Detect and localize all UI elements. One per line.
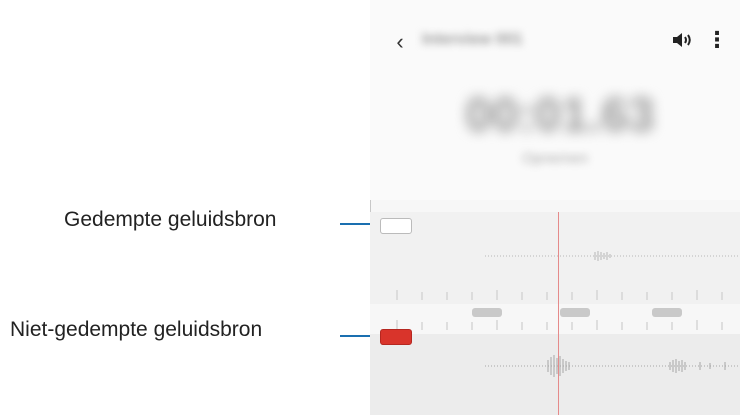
elapsed-time: 00:01.63 (465, 89, 655, 142)
track-editor (370, 212, 740, 415)
waveform-layer (396, 251, 740, 377)
speaker-icon (673, 33, 691, 47)
unmuted-waveform (485, 355, 740, 377)
recording-title: Interview 001 (422, 31, 523, 48)
speaker-button[interactable] (670, 28, 694, 52)
chevron-left-icon: ‹ (396, 29, 404, 54)
unmuted-source-toggle[interactable] (380, 329, 412, 345)
callout-muted-source-label: Gedempte geluidsbron (64, 208, 277, 231)
muted-waveform (485, 251, 740, 261)
ruler-timestamps (472, 308, 682, 317)
recording-header: ‹ Interview 001 ⋮ 00:01.63 Opnemen (370, 0, 740, 200)
back-button[interactable]: ‹ (388, 28, 412, 56)
more-vertical-icon: ⋮ (706, 27, 728, 52)
playhead-line[interactable] (558, 212, 559, 415)
recording-status: Opnemen (522, 150, 588, 167)
muted-source-toggle[interactable] (380, 218, 412, 234)
phone-screen: ‹ Interview 001 ⋮ 00:01.63 Opnemen (370, 0, 740, 415)
more-options-button[interactable]: ⋮ (706, 26, 728, 54)
callout-unmuted-source-label: Niet-gedempte geluidsbron (10, 318, 263, 341)
